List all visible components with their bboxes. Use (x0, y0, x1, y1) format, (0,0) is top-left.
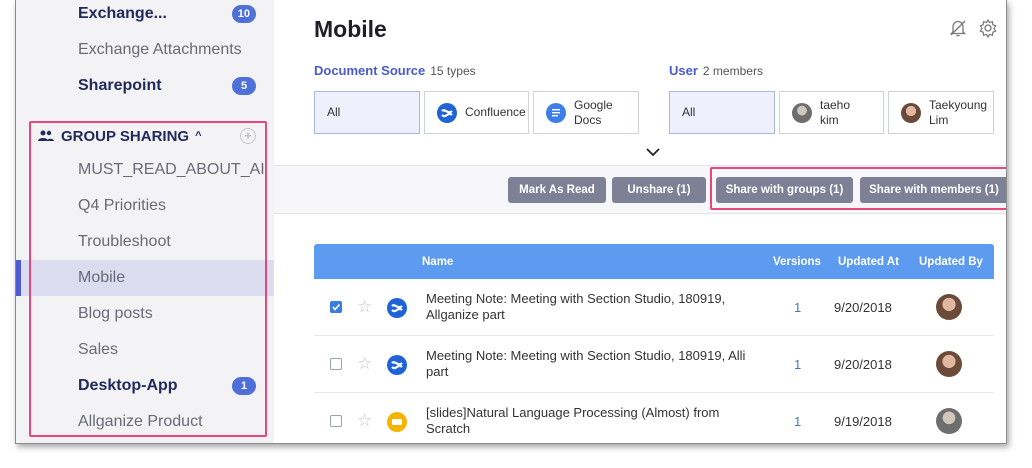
confluence-icon (387, 298, 407, 318)
updated-date: 9/19/2018 (834, 414, 892, 429)
document-source-count: 15 types (430, 64, 476, 78)
app-window: Exchange... 10 Exchange Attachments Shar… (15, 0, 1007, 444)
avatar (901, 102, 921, 123)
sidebar-item-exchange[interactable]: Exchange... 10 (16, 0, 274, 32)
group-label: GROUP SHARING (61, 127, 190, 145)
sidebar-item-label: Blog posts (78, 305, 153, 322)
table-row[interactable]: ☆ Meeting Note: Meeting with Section Stu… (314, 279, 994, 336)
source-chip-confluence[interactable]: Confluence (424, 91, 529, 134)
sidebar-item-label: Troubleshoot (78, 233, 171, 250)
confluence-icon (437, 102, 457, 123)
document-source-label: Document Source 15 types (314, 63, 476, 78)
sidebar-item-label: Sales (78, 341, 119, 358)
chip-label: All (327, 105, 341, 120)
sidebar-item-sales[interactable]: Sales (16, 332, 274, 368)
user-filter-title: User (669, 63, 698, 78)
document-name-link[interactable]: Meeting Note: Meeting with Section Studi… (426, 348, 766, 380)
sidebar-item-label: Exchange... (78, 5, 167, 22)
sidebar-item-label: Desktop-App (78, 377, 178, 394)
row-checkbox[interactable] (330, 358, 342, 370)
version-count[interactable]: 1 (794, 414, 801, 429)
chevron-up-icon[interactable]: ^ (195, 130, 201, 142)
document-name-link[interactable]: [slides]Natural Language Processing (Alm… (426, 405, 766, 437)
sidebar: Exchange... 10 Exchange Attachments Shar… (16, 0, 274, 443)
sidebar-item-q4-priorities[interactable]: Q4 Priorities (16, 188, 274, 224)
sidebar-item-must-read-about-ai[interactable]: MUST_READ_ABOUT_AI (16, 152, 274, 188)
group-icon (38, 130, 54, 141)
table-row[interactable]: ☆ Meeting Note: Meeting with Section Stu… (314, 336, 994, 393)
source-chip-all[interactable]: All (314, 91, 420, 134)
row-checkbox[interactable] (330, 301, 342, 313)
star-icon[interactable]: ☆ (357, 411, 372, 431)
updated-date: 9/20/2018 (834, 300, 892, 315)
share-with-groups-button[interactable]: Share with groups (1) (716, 177, 853, 203)
sidebar-item-label: Mobile (78, 269, 126, 286)
star-icon[interactable]: ☆ (357, 354, 372, 374)
updated-date: 9/20/2018 (834, 357, 892, 372)
chip-label: Google Docs (574, 98, 613, 127)
row-checkbox[interactable] (330, 415, 342, 427)
confluence-icon (387, 355, 407, 375)
column-header-updated-by[interactable]: Updated By (919, 256, 983, 268)
avatar (792, 102, 812, 123)
top-icons (948, 18, 998, 39)
avatar (936, 408, 962, 434)
sidebar-item-desktop-app[interactable]: Desktop-App 1 (16, 368, 274, 404)
documents-table: Name Versions Updated At Updated By ☆ Me… (314, 244, 994, 443)
sidebar-item-blog-posts[interactable]: Blog posts (16, 296, 274, 332)
avatar (936, 351, 962, 377)
version-count[interactable]: 1 (794, 300, 801, 315)
main-panel: Mobile Document Source 15 types User 2 mem… (274, 0, 1006, 443)
column-header-versions[interactable]: Versions (773, 256, 821, 268)
sidebar-item-sharepoint[interactable]: Sharepoint 5 (16, 68, 274, 104)
version-count[interactable]: 1 (794, 357, 801, 372)
user-chip-taeho-kim[interactable]: taeho kim (779, 91, 884, 134)
avatar (936, 294, 962, 320)
user-chip-all[interactable]: All (669, 91, 775, 134)
chip-label: Confluence (465, 105, 526, 120)
group-sharing-header[interactable]: GROUP SHARING ^ + (16, 118, 274, 154)
column-header-updated-at[interactable]: Updated At (838, 256, 899, 268)
notification-off-icon[interactable] (948, 18, 968, 38)
count-badge: 10 (231, 5, 256, 23)
sidebar-item-exchange-attachments[interactable]: Exchange Attachments (16, 32, 274, 68)
sidebar-item-label: Exchange Attachments (78, 41, 242, 58)
mark-as-read-button[interactable]: Mark As Read (508, 177, 606, 203)
sidebar-item-label: Allganize Product (78, 413, 203, 430)
google-slides-icon (387, 412, 407, 432)
page-title: Mobile (314, 16, 387, 42)
column-header-name[interactable]: Name (422, 256, 453, 268)
share-with-members-button[interactable]: Share with members (1) (860, 177, 1006, 203)
document-source-title: Document Source (314, 63, 426, 78)
count-badge: 5 (232, 77, 256, 95)
sidebar-item-allganize-product[interactable]: Allganize Product (16, 404, 274, 440)
add-group-icon[interactable]: + (240, 128, 256, 144)
count-badge: 1 (232, 377, 256, 395)
sidebar-item-label: Sharepoint (78, 77, 162, 94)
sidebar-item-label: Q4 Priorities (78, 197, 167, 214)
user-filter-label: User 2 members (669, 63, 763, 78)
google-docs-icon (546, 102, 566, 123)
table-row[interactable]: ☆ [slides]Natural Language Processing (A… (314, 393, 994, 443)
document-name-link[interactable]: Meeting Note: Meeting with Section Studi… (426, 291, 766, 323)
star-icon[interactable]: ☆ (357, 297, 372, 317)
gear-icon[interactable] (978, 18, 998, 39)
chip-label: taeho kim (820, 98, 851, 127)
chip-label: Taekyoung Lim (929, 98, 988, 127)
sidebar-item-label: MUST_READ_ABOUT_AI (78, 161, 265, 178)
user-filter-count: 2 members (702, 64, 763, 78)
user-chip-taekyoung-lim[interactable]: Taekyoung Lim (888, 91, 994, 134)
chevron-down-icon[interactable] (646, 144, 660, 160)
unshare-button[interactable]: Unshare (1) (612, 177, 706, 203)
sidebar-item-troubleshoot[interactable]: Troubleshoot (16, 224, 274, 260)
source-chip-google-docs[interactable]: Google Docs (533, 91, 639, 134)
table-header: Name Versions Updated At Updated By (314, 244, 994, 279)
chip-label: All (682, 105, 696, 120)
sidebar-item-mobile[interactable]: Mobile (16, 260, 274, 296)
